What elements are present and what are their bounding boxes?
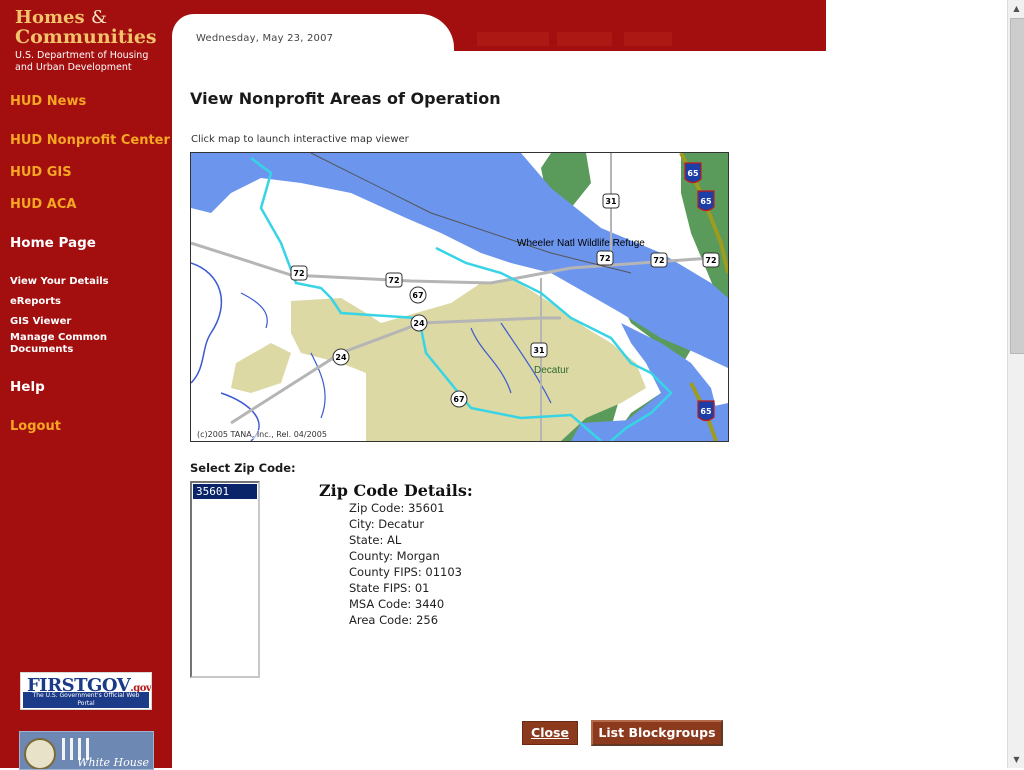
stream [240, 292, 268, 329]
column-icon [70, 738, 73, 760]
select-zip-label: Select Zip Code: [190, 461, 296, 475]
detail-city: City: Decatur [349, 517, 425, 531]
sidebar: Homes & Communities U.S. Department of H… [0, 0, 172, 770]
logo-line1: Homes [15, 7, 85, 28]
area-map[interactable]: 67 24 24 67 72 72 72 72 72 31 31 65 65 6… [190, 152, 729, 442]
shield-label: 31 [533, 346, 545, 355]
map-graphic: 67 24 24 67 72 72 72 72 72 31 31 65 65 6… [191, 153, 728, 441]
city-label: Decatur [534, 365, 570, 376]
nav-view-your-details[interactable]: View Your Details [10, 276, 109, 288]
shield-label: 72 [293, 269, 304, 278]
firstgov-banner[interactable]: FIRSTGOV.gov The U.S. Government's Offic… [20, 672, 152, 710]
detail-state-fips: State FIPS: 01 [349, 581, 430, 595]
shield-label: 72 [705, 256, 716, 265]
detail-msa-code: MSA Code: 3440 [349, 597, 445, 611]
nav-help[interactable]: Help [10, 379, 45, 395]
shield-label: 65 [700, 407, 712, 416]
arrow-down-icon[interactable]: ▼ [1008, 751, 1024, 768]
detail-state: State: AL [349, 533, 402, 547]
zip-code-listbox[interactable]: 35601 [190, 481, 260, 678]
nav-hud-nonprofit-center[interactable]: HUD Nonprofit Center [10, 133, 170, 148]
close-button[interactable]: Close [522, 721, 578, 745]
zip-details: Zip Code: 35601 City: Decatur State: AL … [349, 500, 462, 628]
hud-logo[interactable]: Homes & Communities U.S. Department of H… [15, 8, 157, 74]
detail-zip-code: Zip Code: 35601 [349, 501, 445, 515]
shield-label: 31 [605, 197, 617, 206]
presidential-seal-icon [24, 738, 56, 769]
firstgov-tagline: The U.S. Government's Official Web Porta… [23, 692, 149, 708]
shield-label: 72 [653, 256, 664, 265]
shield-label: 24 [413, 319, 425, 328]
zip-option-selected[interactable]: 35601 [193, 484, 257, 499]
shield-label: 24 [335, 353, 347, 362]
map-hint: Click map to launch interactive map view… [191, 134, 409, 145]
nav-hud-news[interactable]: HUD News [10, 94, 86, 109]
logo-sub1: U.S. Department of Housing [15, 50, 149, 61]
scrollbar-thumb[interactable] [1010, 18, 1024, 354]
logo-line2: Communities [15, 26, 157, 48]
nav-gis-viewer[interactable]: GIS Viewer [10, 316, 71, 328]
whitehouse-text: White House [77, 756, 149, 769]
list-blockgroups-button[interactable]: List Blockgroups [591, 720, 723, 746]
vertical-scrollbar[interactable]: ▲ ▼ [1007, 0, 1024, 768]
nav-manage-common-documents[interactable]: Manage Common Documents [10, 332, 120, 356]
stream [191, 262, 222, 384]
detail-county-fips: County FIPS: 01103 [349, 565, 462, 579]
shield-label: 65 [700, 197, 712, 206]
header-ghost-tab [477, 32, 549, 46]
shield-label: 67 [453, 395, 464, 404]
logo-sub2: and Urban Development [15, 62, 132, 73]
shield-label: 72 [388, 276, 399, 285]
column-icon [62, 738, 65, 760]
nav-logout[interactable]: Logout [10, 419, 61, 434]
current-date: Wednesday, May 23, 2007 [196, 33, 334, 44]
shield-label: 65 [687, 169, 699, 178]
nav-hud-aca[interactable]: HUD ACA [10, 197, 76, 212]
nav-ereports[interactable]: eReports [10, 296, 61, 308]
detail-area-code: Area Code: 256 [349, 613, 439, 627]
detail-county: County: Morgan [349, 549, 440, 563]
shield-label: 72 [599, 254, 610, 263]
header-ghost-tab [624, 32, 672, 46]
page-title: View Nonprofit Areas of Operation [190, 89, 501, 108]
refuge-label: Wheeler Natl Wildlife Refuge [517, 238, 645, 249]
header-ghost-tab [557, 32, 612, 46]
shield-label: 67 [412, 291, 423, 300]
nav-home-page[interactable]: Home Page [10, 235, 96, 251]
logo-ampersand: & [90, 7, 107, 28]
map-copyright: (c)2005 TANA, Inc., Rel. 04/2005 [197, 430, 327, 439]
arrow-up-icon[interactable]: ▲ [1008, 0, 1024, 17]
zip-details-title: Zip Code Details: [319, 481, 473, 500]
whitehouse-banner[interactable]: White House [19, 731, 154, 770]
nav-hud-gis[interactable]: HUD GIS [10, 165, 72, 180]
urban-area [231, 343, 291, 393]
